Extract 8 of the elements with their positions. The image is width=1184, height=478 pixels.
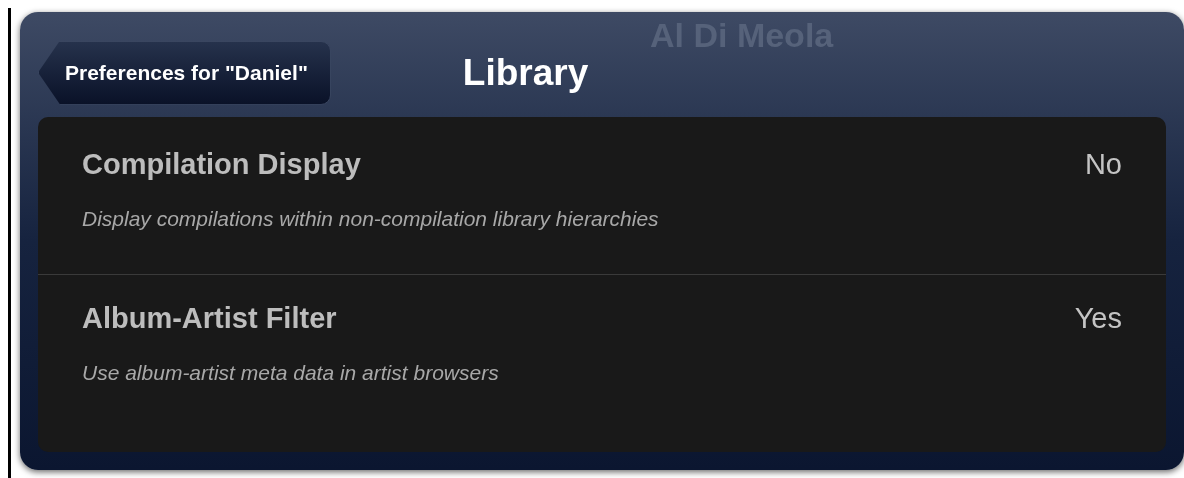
setting-title: Compilation Display [82, 147, 361, 182]
setting-description: Display compilations within non-compilation library hierarchies [82, 205, 660, 232]
nav-title: Library [462, 50, 589, 95]
setting-value: No [1084, 147, 1122, 182]
setting-value: Yes [1074, 301, 1122, 336]
back-button[interactable]: Preferences for "Daniel" [38, 40, 331, 105]
setting-description: Use album-artist meta data in artist browsers [82, 359, 500, 386]
setting-title: Album-Artist Filter [82, 301, 337, 336]
